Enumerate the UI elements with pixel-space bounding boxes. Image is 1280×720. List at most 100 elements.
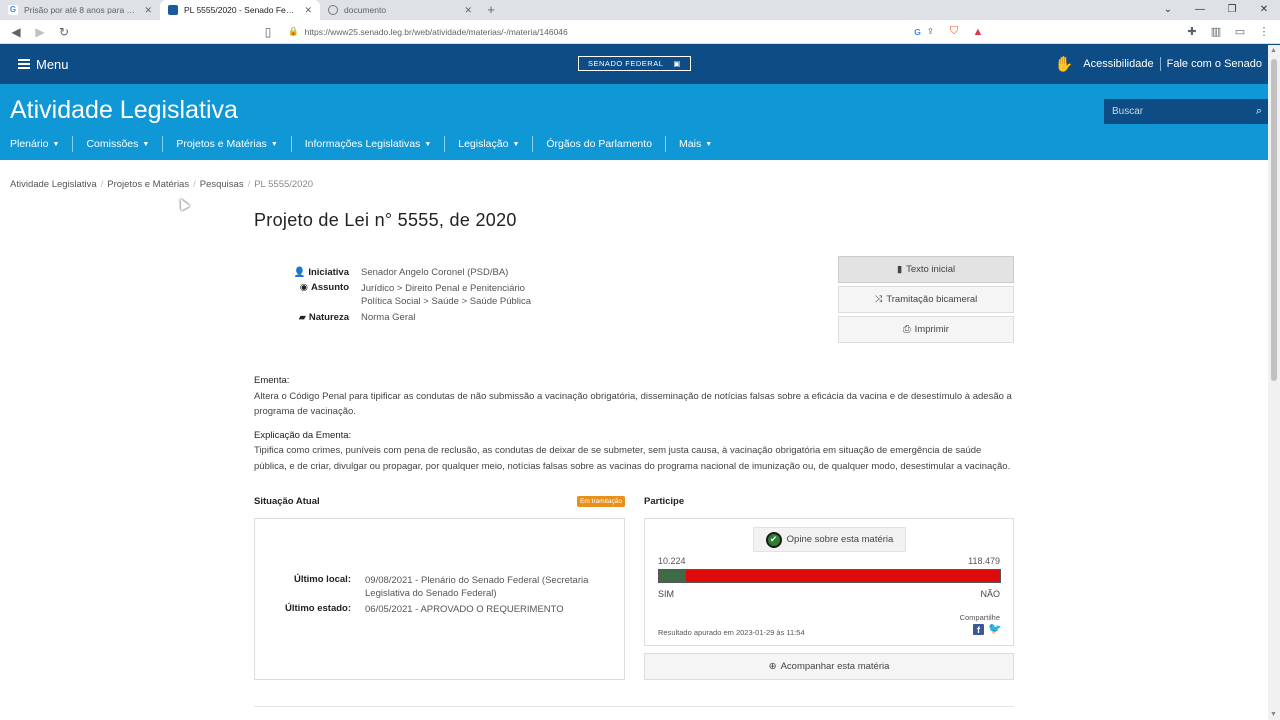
participe-box: ✔ Opine sobre esta matéria 10.224 118.47… — [644, 518, 1014, 646]
extensions-icon[interactable]: ✚ — [1182, 25, 1202, 38]
print-icon: ⎙ — [903, 324, 911, 335]
assunto-line: Política Social > Saúde > Saúde Pública — [361, 296, 532, 307]
breadcrumb-item[interactable]: Pesquisas — [200, 179, 244, 190]
meta-label: 👤 Iniciativa — [254, 266, 361, 279]
print-button[interactable]: ⎙ Imprimir — [838, 316, 1014, 343]
logo-text: SENADO FEDERAL — [588, 59, 664, 68]
minimize-icon[interactable]: — — [1184, 0, 1216, 20]
nav-plenario[interactable]: Plenário ▼ — [10, 138, 72, 150]
tab-title: Prisão por até 8 anos para quem du… — [24, 5, 138, 15]
wallet-icon[interactable]: ▭ — [1230, 25, 1250, 38]
ultimo-estado-label: Último estado: — [285, 603, 351, 614]
accessibility-link[interactable]: Acessibilidade — [1083, 58, 1153, 70]
rewards-icon[interactable]: ▲ — [968, 26, 988, 38]
book-icon: ▣ — [673, 59, 681, 68]
back-icon[interactable]: ◀ — [6, 25, 26, 39]
site-header: Menu SENADO FEDERAL ▣ ✋ Acessibilidade F… — [0, 44, 1280, 84]
situacao-title: Situação Atual — [254, 496, 320, 507]
button-label: Imprimir — [914, 324, 949, 335]
iniciativa-value[interactable]: Senador Angelo Coronel (PSD/BA) — [361, 266, 508, 279]
ultimo-estado-value: 06/05/2021 - APROVADO O REQUERIMENTO — [365, 604, 564, 615]
new-tab-button[interactable]: + — [480, 0, 502, 20]
caret-down-icon: ▼ — [52, 140, 60, 148]
vote-bar-sim — [659, 570, 687, 582]
scroll-down-icon[interactable]: ▼ — [1270, 711, 1277, 718]
brave-shield-icon[interactable]: ⛉ — [944, 25, 964, 38]
share-page-icon[interactable]: ⇪ — [927, 26, 934, 37]
nav-legislacao[interactable]: Legislação ▼ — [445, 138, 532, 150]
search-input[interactable]: Buscar — [1112, 106, 1256, 117]
nav-label: Mais — [679, 138, 702, 150]
senado-logo[interactable]: SENADO FEDERAL ▣ — [578, 56, 691, 71]
breadcrumb-item[interactable]: Projetos e Matérias — [107, 179, 189, 190]
close-tab-icon[interactable]: ✕ — [464, 5, 472, 16]
menu-button[interactable]: Menu — [18, 57, 69, 72]
facebook-icon[interactable]: f — [973, 624, 984, 635]
nav-orgaos[interactable]: Órgãos do Parlamento — [533, 138, 665, 150]
acompanhar-button[interactable]: ⊕ Acompanhar esta matéria — [644, 653, 1014, 680]
browser-tab-2[interactable]: PL 5555/2020 - Senado Federal ✕ — [160, 0, 320, 20]
opine-label: Opine sobre esta matéria — [786, 534, 894, 545]
libras-hand-icon[interactable]: ✋ — [1055, 55, 1074, 73]
meta-label-text: Assunto — [311, 282, 349, 293]
explicacao-label: Explicação da Ementa: — [254, 429, 352, 441]
ultimo-local-label: Último local: — [293, 574, 351, 585]
nav-informacoes[interactable]: Informações Legislativas ▼ — [292, 138, 445, 150]
scroll-up-icon[interactable]: ▲ — [1270, 47, 1277, 54]
ementa-label: Ementa: — [254, 375, 290, 386]
section-band: Atividade Legislativa Buscar ⌕ Plenário ▼… — [0, 84, 1280, 160]
google-lens-icon[interactable]: G — [914, 27, 921, 37]
result-date: Resultado apurado em 2023-01-29 às 11:54 — [658, 628, 805, 637]
nav-projetos[interactable]: Projetos e Matérias ▼ — [163, 138, 290, 150]
action-buttons: ▮ Texto inicial ⤨ Tramitação bicameral ⎙ Im… — [838, 256, 1014, 346]
forward-icon[interactable]: ▶ — [30, 25, 50, 39]
close-tab-icon[interactable]: ✕ — [144, 5, 152, 16]
sidebar-icon[interactable]: ▥ — [1206, 25, 1226, 38]
twitter-icon[interactable]: 🐦 — [988, 624, 1002, 635]
situacao-header: Situação Atual Em tramitação — [254, 496, 625, 507]
opine-button[interactable]: ✔ Opine sobre esta matéria — [753, 527, 906, 552]
browser-menu-icon[interactable]: ⋮ — [1254, 25, 1274, 38]
browser-tab-bar: G Prisão por até 8 anos para quem du… ✕ … — [0, 0, 1280, 20]
ultimo-local-value: 09/08/2021 - Plenário do Senado Federal … — [365, 575, 589, 599]
page-scrollbar[interactable]: ▲ ▼ — [1268, 45, 1280, 720]
close-window-icon[interactable]: ✕ — [1248, 0, 1280, 20]
browser-tab-1[interactable]: G Prisão por até 8 anos para quem du… ✕ — [0, 0, 160, 20]
comment-icon: ▰ — [298, 312, 306, 323]
status-badge: Em tramitação — [577, 496, 625, 507]
tab-search-icon[interactable]: ⌄ — [1152, 0, 1184, 20]
close-tab-icon[interactable]: ✕ — [304, 5, 312, 16]
nav-mais[interactable]: Mais ▼ — [666, 138, 725, 150]
natureza-value: Norma Geral — [361, 312, 416, 323]
ultimo-local-row: Último local: 09/08/2021 - Plenário do S… — [255, 574, 609, 600]
breadcrumb: Atividade Legislativa / Projetos e Matéri… — [10, 179, 313, 190]
reload-icon[interactable]: ↻ — [54, 25, 74, 39]
address-bar[interactable]: 🔒 https://www25.senado.leg.br/web/ativid… — [282, 23, 940, 41]
meta-label: ▰ Natureza — [254, 311, 361, 324]
nav-label: Comissões — [86, 138, 139, 150]
search-box[interactable]: Buscar ⌕ — [1104, 99, 1270, 124]
tramitacao-button[interactable]: ⤨ Tramitação bicameral — [838, 286, 1014, 313]
nav-comissoes[interactable]: Comissões ▼ — [73, 138, 162, 150]
sim-count: 10.224 — [658, 556, 686, 566]
restore-icon[interactable]: ❐ — [1216, 0, 1248, 20]
browser-tab-3[interactable]: documento ✕ — [320, 0, 480, 20]
tab-title: documento — [344, 5, 387, 15]
section-title[interactable]: Atividade Legislativa — [10, 96, 238, 125]
scrollbar-thumb[interactable] — [1271, 59, 1277, 381]
contact-link[interactable]: Fale com o Senado — [1167, 58, 1262, 70]
ementa-section: Ementa: Altera o Código Penal para tipif… — [254, 373, 1014, 482]
page-title: Projeto de Lei n° 5555, de 2020 — [254, 210, 517, 230]
ecidadania-icon: ✔ — [765, 531, 782, 548]
texto-inicial-button[interactable]: ▮ Texto inicial — [838, 256, 1014, 283]
assunto-value: Jurídico > Direito Penal e Penitenciário… — [361, 282, 531, 308]
search-icon[interactable]: ⌕ — [1256, 105, 1262, 118]
assunto-line: Jurídico > Direito Penal e Penitenciário — [361, 283, 525, 294]
nav-label: Projetos e Matérias — [176, 138, 267, 150]
bookmark-icon[interactable]: ▯ — [258, 25, 278, 39]
google-favicon-icon: G — [8, 5, 18, 15]
meta-label-text: Iniciativa — [308, 267, 349, 278]
breadcrumb-item[interactable]: Atividade Legislativa — [10, 179, 97, 190]
share-icons: f 🐦 — [960, 624, 1002, 635]
circle-dot-icon: ◉ — [299, 282, 308, 293]
